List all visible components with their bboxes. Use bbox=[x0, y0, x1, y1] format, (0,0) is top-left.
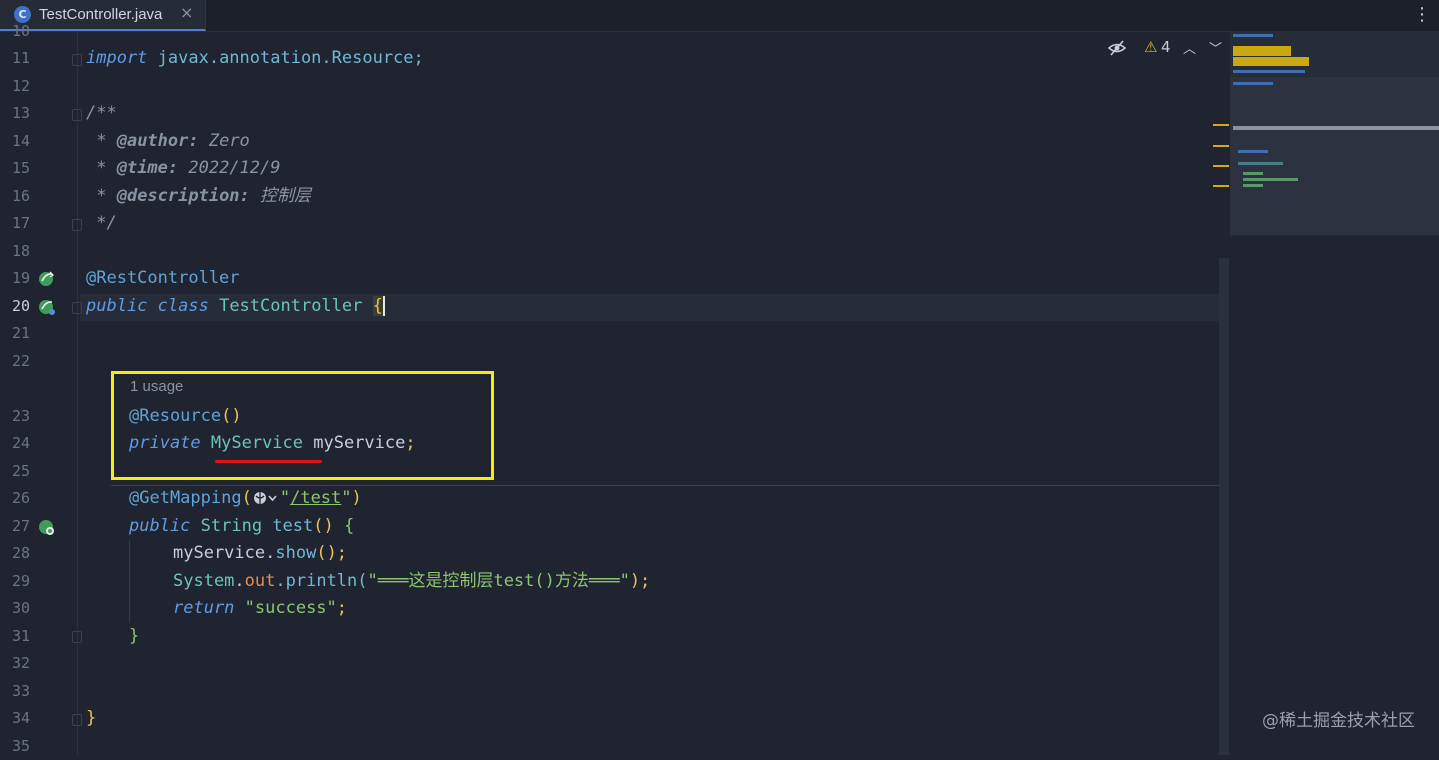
code-line-31[interactable]: } bbox=[129, 623, 139, 650]
warning-stripe-marker[interactable] bbox=[1213, 165, 1229, 167]
line-number[interactable]: 22 bbox=[0, 348, 30, 375]
line-number[interactable]: 33 bbox=[0, 678, 30, 705]
minimap-code-bar bbox=[1243, 178, 1298, 181]
warning-stripe-marker[interactable] bbox=[1213, 185, 1229, 187]
editor-tab-bar: C TestController.java × ⋮ bbox=[0, 0, 1439, 32]
minimap-code-bar bbox=[1243, 172, 1263, 175]
line-number-current[interactable]: 20 bbox=[0, 293, 30, 320]
code-line-17[interactable]: */ bbox=[86, 210, 116, 237]
code-line-30[interactable]: return "success"; bbox=[173, 595, 347, 622]
warning-stripe-marker[interactable] bbox=[1213, 124, 1229, 126]
line-number[interactable]: 29 bbox=[0, 568, 30, 595]
watermark: @稀土掘金技术社区 bbox=[1262, 711, 1415, 731]
hide-eye-icon[interactable] bbox=[1108, 38, 1126, 58]
line-number[interactable]: 11 bbox=[0, 45, 30, 72]
error-underline bbox=[215, 460, 322, 463]
minimap-code-bar bbox=[1238, 150, 1268, 153]
spring-controller-icon[interactable] bbox=[38, 298, 56, 316]
line-number[interactable]: 34 bbox=[0, 705, 30, 732]
more-options-icon[interactable]: ⋮ bbox=[1413, 4, 1431, 25]
vertical-scrollbar[interactable] bbox=[1219, 258, 1229, 755]
annotation-highlight-box bbox=[111, 371, 494, 480]
fold-marker-icon[interactable] bbox=[72, 54, 82, 66]
minimap-viewport[interactable] bbox=[1230, 77, 1439, 235]
code-line-11[interactable]: import javax.annotation.Resource; bbox=[86, 45, 424, 72]
line-number[interactable]: 35 bbox=[0, 733, 30, 760]
minimap-code-bar bbox=[1233, 70, 1305, 73]
line-number[interactable]: 13 bbox=[0, 100, 30, 127]
fold-marker-icon[interactable] bbox=[72, 219, 82, 231]
line-number[interactable]: 31 bbox=[0, 623, 30, 650]
line-number[interactable]: 12 bbox=[0, 73, 30, 100]
line-number[interactable]: 25 bbox=[0, 458, 30, 485]
code-line-29[interactable]: System.out.println("═══这是控制层test()方法═══"… bbox=[173, 568, 650, 595]
line-number[interactable]: 30 bbox=[0, 595, 30, 622]
line-number[interactable]: 26 bbox=[0, 485, 30, 512]
line-number[interactable]: 15 bbox=[0, 155, 30, 182]
minimap-code-bar bbox=[1233, 82, 1273, 85]
tab-label: TestController.java bbox=[39, 6, 163, 23]
fold-marker-icon[interactable] bbox=[72, 714, 82, 726]
code-line-13[interactable]: /** bbox=[86, 100, 117, 127]
text-cursor bbox=[382, 296, 385, 316]
previous-highlight-icon[interactable]: ︿ bbox=[1183, 38, 1196, 58]
line-number[interactable]: 18 bbox=[0, 238, 30, 265]
next-highlight-icon[interactable]: ﹀ bbox=[1209, 38, 1222, 58]
warning-stripe-marker[interactable] bbox=[1213, 145, 1229, 147]
code-line-19[interactable]: @RestController bbox=[86, 265, 240, 292]
request-mapping-icon[interactable] bbox=[38, 518, 56, 536]
close-icon[interactable]: × bbox=[180, 3, 193, 22]
fold-marker-icon[interactable] bbox=[72, 631, 82, 643]
code-line-15[interactable]: * @time: 2022/12/9 bbox=[86, 155, 280, 182]
warning-count[interactable]: 4 bbox=[1161, 38, 1171, 58]
web-globe-icon[interactable] bbox=[252, 490, 280, 506]
code-line-20[interactable]: public class TestController { bbox=[86, 293, 385, 320]
minimap-code-bar bbox=[1233, 34, 1273, 37]
tab-testcontroller[interactable]: C TestController.java × bbox=[0, 0, 206, 31]
line-number[interactable]: 14 bbox=[0, 128, 30, 155]
code-line-16[interactable]: * @description: 控制层 bbox=[86, 183, 311, 210]
minimap-highlight-bar bbox=[1233, 46, 1291, 56]
line-number[interactable]: 16 bbox=[0, 183, 30, 210]
line-number[interactable]: 27 bbox=[0, 513, 30, 540]
line-number[interactable]: 17 bbox=[0, 210, 30, 237]
line-number[interactable]: 32 bbox=[0, 650, 30, 677]
minimap-current-line bbox=[1233, 126, 1439, 130]
code-line-34[interactable]: } bbox=[86, 705, 96, 732]
minimap-code-bar bbox=[1243, 184, 1263, 187]
code-line-27[interactable]: public String test() { bbox=[129, 513, 354, 540]
line-number[interactable]: 21 bbox=[0, 320, 30, 347]
mapping-path-link[interactable]: /test bbox=[290, 488, 341, 508]
line-number[interactable]: 24 bbox=[0, 430, 30, 457]
line-number[interactable]: 10 bbox=[0, 18, 30, 45]
code-line-28[interactable]: myService.show(); bbox=[173, 540, 347, 567]
gutter-divider bbox=[77, 31, 78, 755]
fold-marker-icon[interactable] bbox=[72, 302, 82, 314]
code-line-26[interactable]: @GetMapping("/test") bbox=[129, 485, 362, 512]
warning-icon[interactable]: ⚠ bbox=[1144, 38, 1157, 58]
minimap-code-bar bbox=[1238, 162, 1283, 165]
minimap-highlight-bar bbox=[1233, 57, 1309, 66]
line-number[interactable]: 28 bbox=[0, 540, 30, 567]
line-number[interactable]: 23 bbox=[0, 403, 30, 430]
code-line-14[interactable]: * @author: Zero bbox=[86, 128, 250, 155]
spring-bean-icon[interactable] bbox=[38, 270, 56, 288]
fold-marker-icon[interactable] bbox=[72, 109, 82, 121]
line-number[interactable]: 19 bbox=[0, 265, 30, 292]
indent-guide bbox=[129, 540, 130, 623]
